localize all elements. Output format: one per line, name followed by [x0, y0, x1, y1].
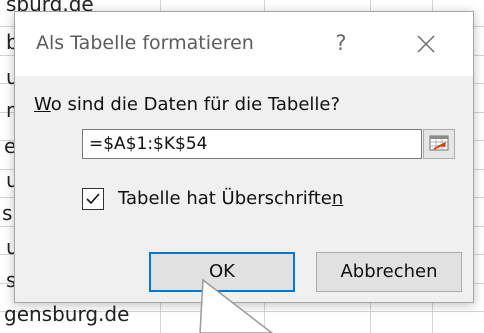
checkbox-label-text: Tabelle hat Überschrifte: [118, 188, 332, 209]
checkmark-icon: [86, 193, 100, 205]
dialog-title: Als Tabelle formatieren: [36, 32, 254, 54]
dialog-titlebar[interactable]: Als Tabelle formatieren ?: [15, 12, 473, 76]
has-headers-checkbox[interactable]: [82, 188, 104, 210]
has-headers-label[interactable]: Tabelle hat Überschriften: [118, 188, 343, 209]
range-prompt-label: Wo sind die Daten für die Tabelle?: [34, 94, 340, 115]
collapse-dialog-button[interactable]: [423, 129, 455, 159]
cell-text[interactable]: gensburg.de: [4, 300, 129, 328]
prompt-text: o sind die Daten für die Tabelle?: [50, 94, 341, 115]
ok-button[interactable]: OK: [149, 252, 295, 292]
collapse-dialog-icon: [429, 135, 449, 151]
close-icon: [417, 35, 435, 52]
prompt-accelerator: W: [34, 94, 51, 115]
cancel-button[interactable]: Abbrechen: [316, 252, 462, 292]
table-range-input[interactable]: =$A$1:$K$54: [82, 129, 422, 159]
checkbox-accelerator: n: [331, 188, 344, 209]
format-as-table-dialog: Als Tabelle formatieren ? Wo sind die Da…: [14, 11, 474, 303]
close-button[interactable]: [401, 26, 451, 60]
help-button[interactable]: ?: [324, 26, 358, 60]
